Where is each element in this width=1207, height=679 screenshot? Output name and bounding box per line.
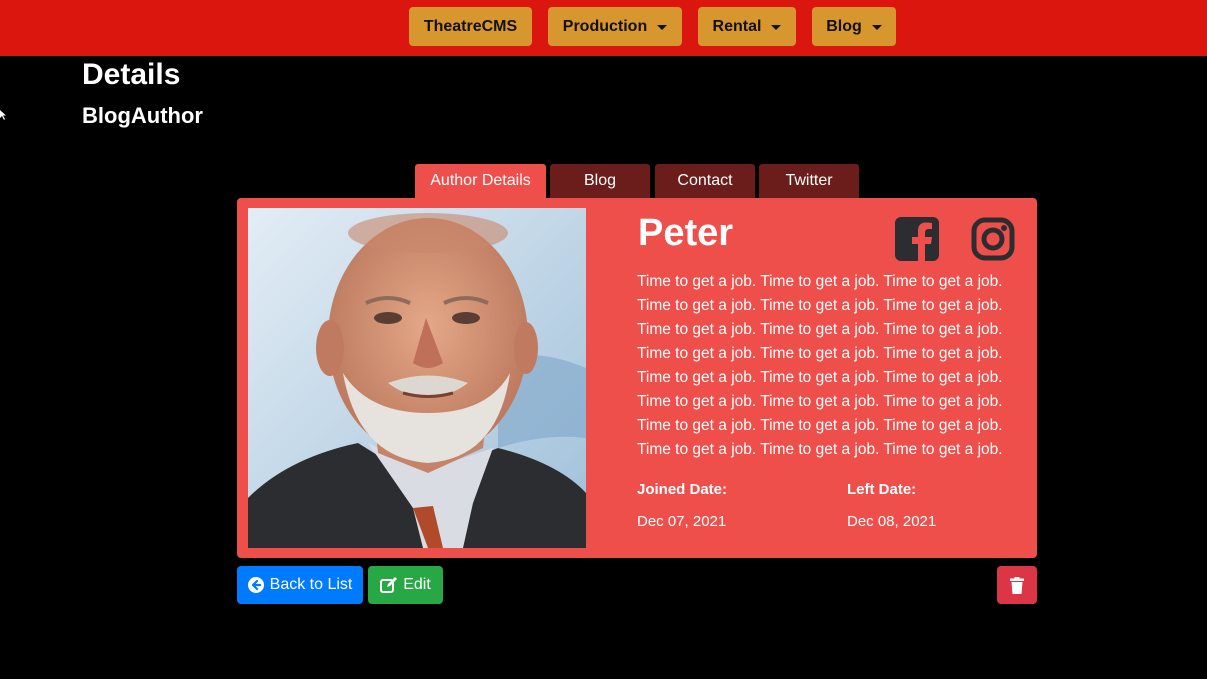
instagram-icon[interactable] bbox=[971, 217, 1015, 261]
page-title: Details bbox=[82, 58, 181, 91]
chevron-down-icon bbox=[871, 24, 882, 30]
joined-date-label: Joined Date: bbox=[637, 481, 728, 498]
chevron-down-icon bbox=[657, 24, 668, 30]
production-dropdown[interactable]: Production bbox=[548, 7, 682, 46]
blog-label: Blog bbox=[826, 17, 862, 35]
delete-button[interactable] bbox=[997, 566, 1037, 604]
tab-label: Contact bbox=[677, 172, 733, 189]
author-photo bbox=[248, 208, 586, 548]
tab-label: Blog bbox=[583, 172, 617, 189]
back-to-list-label: Back to List bbox=[269, 576, 353, 593]
rental-dropdown[interactable]: Rental bbox=[698, 7, 796, 46]
tab-blog[interactable]: Blog bbox=[550, 164, 650, 198]
author-bio: Time to get a job. Time to get a job. Ti… bbox=[637, 273, 1003, 458]
rental-label: Rental bbox=[712, 17, 762, 35]
brand-button[interactable]: TheatreCMS bbox=[409, 7, 532, 46]
edit-label: Edit bbox=[403, 576, 431, 593]
edit-button[interactable]: Edit bbox=[368, 566, 443, 604]
author-card: Peter Time to get a job. Time to get a j… bbox=[237, 198, 1037, 558]
production-label: Production bbox=[562, 17, 648, 35]
left-date-label: Left Date: bbox=[847, 481, 917, 498]
blog-dropdown[interactable]: Blog bbox=[812, 7, 896, 46]
brand-label: TheatreCMS bbox=[423, 17, 518, 35]
facebook-icon[interactable] bbox=[895, 217, 939, 261]
arrow-circle-left-icon bbox=[247, 577, 264, 593]
mouse-cursor-icon bbox=[0, 110, 6, 120]
tab-author-details[interactable]: Author Details bbox=[415, 164, 546, 198]
author-name: Peter bbox=[638, 212, 734, 254]
page-subtitle: BlogAuthor bbox=[82, 103, 203, 128]
tab-contact[interactable]: Contact bbox=[655, 164, 755, 198]
tab-twitter[interactable]: Twitter bbox=[759, 164, 859, 198]
edit-icon bbox=[380, 577, 398, 593]
chevron-down-icon bbox=[771, 24, 782, 30]
tab-label: Author Details bbox=[430, 172, 531, 189]
top-navbar: TheatreCMS Production Rental Blog bbox=[0, 0, 1207, 56]
joined-date-value: Dec 07, 2021 bbox=[637, 513, 727, 530]
left-date-value: Dec 08, 2021 bbox=[847, 513, 937, 530]
trash-icon bbox=[1010, 576, 1024, 594]
author-portrait-image bbox=[248, 208, 586, 548]
back-to-list-button[interactable]: Back to List bbox=[237, 566, 363, 604]
tab-label: Twitter bbox=[785, 172, 833, 189]
